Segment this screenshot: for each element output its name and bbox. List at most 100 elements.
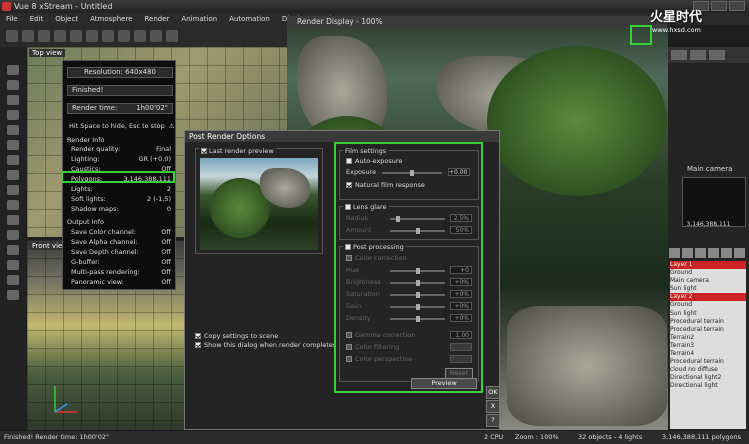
- text-icon[interactable]: [7, 80, 19, 90]
- slider-knob[interactable]: [416, 292, 420, 298]
- menu-automation[interactable]: Automation: [223, 13, 276, 25]
- paste-icon[interactable]: [86, 30, 98, 42]
- cancel-button[interactable]: X: [486, 400, 500, 413]
- radius-value[interactable]: 2.5%: [450, 214, 472, 222]
- camera-icon[interactable]: [7, 290, 19, 300]
- radius-slider[interactable]: [390, 216, 445, 222]
- render-icon[interactable]: [134, 30, 146, 42]
- menu-render[interactable]: Render: [138, 13, 175, 25]
- group-icon[interactable]: [7, 245, 19, 255]
- gain-slider[interactable]: [390, 304, 445, 310]
- tab-camera[interactable]: [671, 50, 687, 60]
- color-filtering-checkbox[interactable]: [346, 344, 352, 350]
- auto-exposure-checkbox[interactable]: [346, 158, 352, 164]
- slider-knob[interactable]: [416, 304, 420, 310]
- world-tab-icon[interactable]: [708, 248, 719, 258]
- new-icon[interactable]: [6, 30, 18, 42]
- exposure-slider[interactable]: [382, 170, 442, 176]
- open-icon[interactable]: [22, 30, 34, 42]
- tab-material[interactable]: [709, 50, 725, 60]
- light-icon[interactable]: [7, 155, 19, 165]
- hue-value[interactable]: +0: [450, 266, 472, 274]
- links-tab-icon[interactable]: [695, 248, 706, 258]
- color-correction-checkbox[interactable]: [346, 255, 352, 261]
- redo-icon[interactable]: [118, 30, 130, 42]
- tab-light[interactable]: [690, 50, 706, 60]
- cylinder-icon[interactable]: [7, 185, 19, 195]
- undo-icon[interactable]: [102, 30, 114, 42]
- gain-value[interactable]: +0%: [450, 302, 472, 310]
- metablob-icon[interactable]: [7, 275, 19, 285]
- water-icon[interactable]: [7, 110, 19, 120]
- brightness-value[interactable]: +0%: [450, 278, 472, 286]
- menu-edit[interactable]: Edit: [24, 13, 50, 25]
- slider-knob[interactable]: [416, 316, 420, 322]
- density-slider[interactable]: [390, 316, 445, 322]
- post-processing-checkbox[interactable]: [345, 244, 351, 250]
- help-button[interactable]: ?: [486, 414, 500, 427]
- slider-knob[interactable]: [416, 268, 420, 274]
- layer-item[interactable]: Terrain3: [670, 342, 746, 350]
- gamma-checkbox[interactable]: [346, 332, 352, 338]
- layer-item[interactable]: Directional light: [670, 382, 746, 390]
- menu-atmosphere[interactable]: Atmosphere: [84, 13, 138, 25]
- saturation-value[interactable]: +0%: [450, 290, 472, 298]
- lens-glare-checkbox[interactable]: [345, 204, 351, 210]
- copy-icon[interactable]: [70, 30, 82, 42]
- layer-item[interactable]: Ground: [670, 269, 746, 277]
- layer-item[interactable]: Ground: [670, 301, 746, 309]
- copy-settings-checkbox[interactable]: [195, 333, 201, 339]
- layer-item[interactable]: Sun light: [670, 310, 746, 318]
- slider-knob[interactable]: [410, 170, 414, 176]
- plant-icon[interactable]: [7, 125, 19, 135]
- layer-item[interactable]: Layer 1: [670, 261, 746, 270]
- layer-item[interactable]: Terrain2: [670, 334, 746, 342]
- gamma-value[interactable]: 1.00: [450, 331, 472, 339]
- rock-icon[interactable]: [7, 140, 19, 150]
- slider-knob[interactable]: [396, 216, 400, 222]
- slider-knob[interactable]: [416, 280, 420, 286]
- color-perspective-checkbox[interactable]: [346, 356, 352, 362]
- preview-button[interactable]: Preview: [411, 378, 477, 389]
- plane-icon[interactable]: [7, 230, 19, 240]
- menu-object[interactable]: Object: [49, 13, 84, 25]
- menu-animation[interactable]: Animation: [175, 13, 223, 25]
- atmosphere-icon[interactable]: [150, 30, 162, 42]
- layer-add-icon[interactable]: [721, 248, 732, 258]
- amount-value[interactable]: 50%: [450, 226, 472, 234]
- density-value[interactable]: +0%: [450, 314, 472, 322]
- layer-item[interactable]: Sun light: [670, 285, 746, 293]
- boolean-icon[interactable]: [7, 260, 19, 270]
- saturation-slider[interactable]: [390, 292, 445, 298]
- show-dialog-checkbox[interactable]: [195, 342, 201, 348]
- save-icon[interactable]: [38, 30, 50, 42]
- ok-button[interactable]: OK: [486, 386, 500, 399]
- layer-item[interactable]: Procedural terrain: [670, 318, 746, 326]
- natural-film-checkbox[interactable]: [346, 182, 352, 188]
- hue-slider[interactable]: [390, 268, 445, 274]
- layer-remove-icon[interactable]: [734, 248, 745, 258]
- layer-item[interactable]: Layer 2: [670, 293, 746, 302]
- filter-color-swatch[interactable]: [450, 343, 472, 351]
- layer-item[interactable]: cloud no diffuse: [670, 366, 746, 374]
- layer-item[interactable]: Main camera: [670, 277, 746, 285]
- slider-knob[interactable]: [416, 228, 420, 234]
- materials-tab-icon[interactable]: [682, 248, 693, 258]
- layer-item[interactable]: Procedural terrain: [670, 326, 746, 334]
- layer-item[interactable]: Directional light2: [670, 374, 746, 382]
- menu-file[interactable]: File: [0, 13, 24, 25]
- last-preview-checkbox[interactable]: [201, 148, 207, 154]
- cube-icon[interactable]: [7, 170, 19, 180]
- layer-item[interactable]: Terrain4: [670, 350, 746, 358]
- terrain-icon[interactable]: [7, 95, 19, 105]
- sphere-icon[interactable]: [7, 65, 19, 75]
- brightness-slider[interactable]: [390, 280, 445, 286]
- weather-icon[interactable]: [166, 30, 178, 42]
- exposure-value[interactable]: +0.00: [448, 168, 470, 176]
- amount-slider[interactable]: [390, 228, 445, 234]
- cut-icon[interactable]: [54, 30, 66, 42]
- torus-icon[interactable]: [7, 215, 19, 225]
- objects-tab-icon[interactable]: [669, 248, 680, 258]
- cone-icon[interactable]: [7, 200, 19, 210]
- layer-item[interactable]: Procedural terrain: [670, 358, 746, 366]
